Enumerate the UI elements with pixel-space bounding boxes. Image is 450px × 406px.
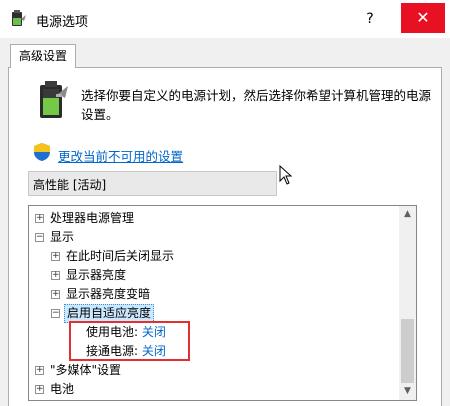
scroll-thumb[interactable] — [401, 319, 414, 383]
expand-icon[interactable]: + — [51, 252, 60, 261]
window-title: 电源选项 — [36, 15, 89, 30]
tree-item-label-selected: 启用自适应亮度 — [64, 304, 155, 323]
scroll-up-arrow-icon[interactable]: ▲ — [399, 206, 416, 223]
vertical-scrollbar[interactable]: ▲ ▼ — [399, 206, 416, 400]
mouse-cursor-icon — [279, 165, 293, 185]
power-plan-value: 高性能 [活动] — [33, 178, 107, 192]
title-bar: 电源选项 ? ✕ — [0, 0, 450, 38]
tab-advanced-settings[interactable]: 高级设置 — [10, 44, 76, 68]
collapse-icon[interactable]: − — [35, 233, 44, 242]
power-plan-select[interactable]: 高性能 [活动] — [28, 171, 277, 196]
tree-item-label: "多媒体"设置 — [50, 363, 122, 377]
tree-item-label: 处理器电源管理 — [50, 211, 135, 225]
tree-item-label: 在此时间后关闭显示 — [66, 249, 175, 263]
setting-value-link[interactable]: 关闭 — [142, 344, 166, 358]
uac-shield-icon — [34, 143, 50, 161]
expand-icon[interactable]: + — [51, 271, 60, 280]
battery-icon — [40, 81, 68, 118]
tree-item-label: 显示器亮度 — [66, 268, 127, 282]
intro-text: 选择你要自定义的电源计划，然后选择你希望计算机管理的电源设置。 — [81, 88, 432, 122]
expand-icon[interactable]: + — [35, 366, 44, 375]
scroll-down-arrow-icon[interactable]: ▼ — [399, 383, 416, 400]
help-button[interactable]: ? — [356, 7, 384, 31]
expand-icon[interactable]: + — [35, 214, 44, 223]
close-button[interactable]: ✕ — [401, 3, 445, 33]
setting-value-link[interactable]: 关闭 — [142, 325, 166, 339]
setting-label: 接通电源: — [86, 344, 139, 358]
tree-item-on-battery[interactable]: 使用电池: 关闭 — [86, 323, 166, 342]
change-unavailable-settings-link[interactable]: 更改当前不可用的设置 — [58, 146, 183, 165]
setting-label: 使用电池: — [86, 325, 139, 339]
tree-item-label: 显示器亮度变暗 — [66, 287, 151, 301]
tree-item-label: 电池 — [50, 382, 75, 396]
tree-item-plugged-in[interactable]: 接通电源: 关闭 — [86, 342, 166, 361]
settings-tree[interactable]: + 处理器电源管理 − 显示 + 在此时间后关闭显示 + 显示器亮度 + 显示器… — [28, 205, 417, 401]
expand-icon[interactable]: + — [51, 290, 60, 299]
tree-item-label: 显示 — [50, 230, 75, 244]
expand-icon[interactable]: + — [35, 385, 44, 394]
collapse-icon[interactable]: − — [51, 309, 60, 318]
battery-app-icon — [12, 10, 26, 26]
